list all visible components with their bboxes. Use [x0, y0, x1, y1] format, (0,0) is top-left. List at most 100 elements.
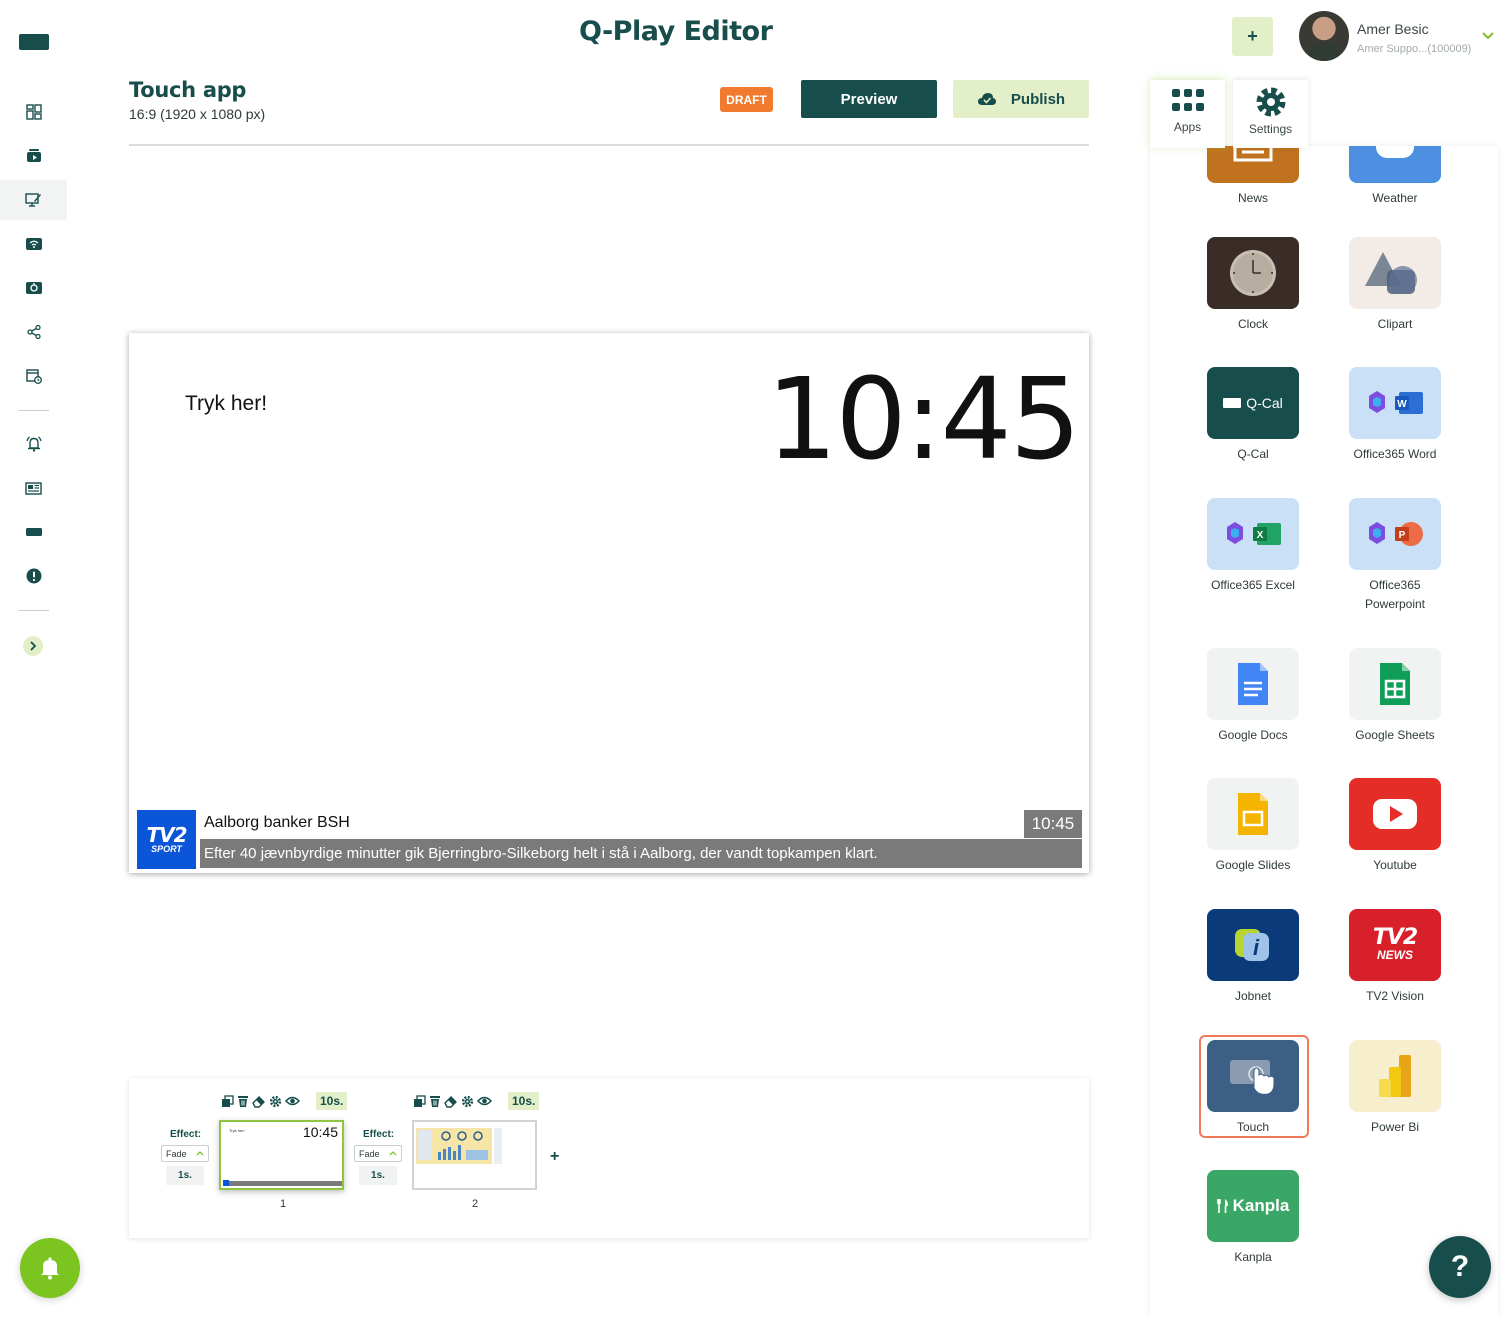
dashboard-preview-image: [414, 1122, 535, 1188]
trash-icon[interactable]: [237, 1095, 249, 1108]
slide-timeline: 10s. Effect: Fade 1s. Tryk her! 10:45 1 …: [129, 1078, 1089, 1238]
chevron-right-icon: [30, 641, 37, 651]
app-label: Google Slides: [1215, 858, 1291, 872]
app-google-sheets[interactable]: Google Sheets: [1340, 648, 1450, 745]
playlist-icon: [25, 282, 42, 294]
trash-icon[interactable]: [429, 1095, 441, 1108]
selected-app-highlight: [1199, 1035, 1309, 1138]
clock-widget[interactable]: 10:45: [766, 358, 1081, 482]
news-icon: [1207, 146, 1299, 183]
gear-icon[interactable]: [269, 1095, 282, 1108]
effect-select[interactable]: Fade: [354, 1145, 402, 1162]
app-label: Kanpla: [1234, 1250, 1272, 1264]
app-clipart[interactable]: Clipart: [1340, 237, 1450, 334]
notifications-button[interactable]: [20, 1238, 80, 1298]
user-menu-button[interactable]: [1482, 28, 1494, 43]
sidebar: [0, 0, 67, 1318]
kanpla-icon-text: Kanpla: [1232, 1196, 1290, 1215]
app-office365-excel[interactable]: X Office365 Excel: [1198, 498, 1308, 595]
app-office365-word[interactable]: W Office365 Word: [1340, 367, 1450, 464]
sidebar-item-screens[interactable]: [0, 512, 67, 552]
sidebar-item-players[interactable]: [0, 224, 67, 264]
tv2-news-icon: TV2 NEWS: [1349, 909, 1441, 981]
sidebar-item-media[interactable]: [0, 136, 67, 176]
user-name[interactable]: Amer Besic: [1357, 21, 1429, 37]
eraser-icon[interactable]: [252, 1095, 266, 1108]
app-label: Google Docs: [1218, 728, 1288, 742]
thumb-text: Tryk her!: [229, 1128, 245, 1133]
add-button[interactable]: +: [1232, 17, 1273, 56]
slide-thumbnail-2[interactable]: [412, 1120, 537, 1190]
app-label: Google Sheets: [1355, 728, 1435, 742]
cloud-check-icon: [977, 93, 996, 105]
thumb-ticker: [223, 1180, 342, 1186]
app-q-cal[interactable]: Q-Cal Q-Cal: [1198, 367, 1308, 464]
sidebar-divider: [19, 410, 49, 411]
bell-icon: [41, 1257, 59, 1280]
ticker-text: Efter 40 jævnbyrdige minutter gik Bjerri…: [200, 839, 1082, 868]
sidebar-item-playlists[interactable]: [0, 268, 67, 308]
gear-icon[interactable]: [461, 1095, 474, 1108]
page-title: Touch app: [129, 78, 247, 102]
tab-apps[interactable]: Apps: [1150, 80, 1225, 148]
gear-icon: [1256, 87, 1285, 117]
app-jobnet[interactable]: i Jobnet: [1198, 909, 1308, 1006]
kanpla-icon: Kanpla: [1207, 1170, 1299, 1242]
app-google-docs[interactable]: Google Docs: [1198, 648, 1308, 745]
sidebar-item-schedule[interactable]: [0, 356, 67, 396]
svg-text:X: X: [1257, 530, 1264, 541]
publish-button[interactable]: Publish: [953, 80, 1089, 118]
slide-duration[interactable]: 10s.: [508, 1092, 540, 1110]
slide-thumbnail-1[interactable]: Tryk her! 10:45: [219, 1120, 344, 1190]
app-label: Office365 Excel: [1211, 578, 1295, 592]
app-news[interactable]: News: [1198, 146, 1308, 208]
app-label: Office365 Word: [1353, 447, 1437, 461]
sidebar-item-dashboard[interactable]: [0, 92, 67, 132]
app-office365-powerpoint[interactable]: P Office365 Powerpoint: [1340, 498, 1450, 614]
duplicate-icon[interactable]: [221, 1094, 234, 1108]
sidebar-item-editor[interactable]: [0, 180, 67, 220]
effect-label: Effect:: [363, 1129, 395, 1140]
eye-icon[interactable]: [477, 1095, 492, 1107]
duplicate-icon[interactable]: [413, 1094, 426, 1108]
sidebar-item-alerts[interactable]: [0, 424, 67, 464]
apps-grid-icon: [1171, 89, 1204, 111]
slide-canvas[interactable]: Tryk her! 10:45 TV2 SPORT Aalborg banker…: [129, 333, 1089, 873]
slide-toolbar: [221, 1093, 300, 1109]
sidebar-item-warnings[interactable]: [0, 556, 67, 596]
preview-button[interactable]: Preview: [801, 80, 937, 118]
app-kanpla[interactable]: Kanpla Kanpla: [1198, 1170, 1308, 1267]
eye-icon[interactable]: [285, 1095, 300, 1107]
add-slide-button[interactable]: +: [550, 1148, 559, 1166]
tab-settings[interactable]: Settings: [1233, 80, 1308, 148]
effect-duration[interactable]: 1s.: [359, 1166, 397, 1185]
sidebar-item-news[interactable]: [0, 468, 67, 508]
app-tv2-vision[interactable]: TV2 NEWS TV2 Vision: [1340, 909, 1450, 1006]
tab-label: Apps: [1173, 120, 1202, 134]
app-youtube[interactable]: Youtube: [1340, 778, 1450, 875]
app-clock[interactable]: Clock: [1198, 237, 1308, 334]
publish-label: Publish: [1010, 90, 1066, 108]
effect-duration[interactable]: 1s.: [166, 1166, 204, 1185]
touch-text-element[interactable]: Tryk her!: [185, 392, 267, 416]
app-power-bi[interactable]: Power Bi: [1340, 1040, 1450, 1137]
tv2-logo-text: TV2: [146, 823, 187, 847]
logo-icon[interactable]: [19, 34, 49, 50]
help-button[interactable]: ?: [1429, 1236, 1491, 1298]
chevron-down-icon: [1482, 32, 1494, 40]
sidebar-item-share[interactable]: [0, 312, 67, 352]
svg-text:W: W: [1397, 399, 1407, 410]
effect-select[interactable]: Fade: [161, 1145, 209, 1162]
dashboard-icon: [25, 104, 42, 120]
fork-knife-icon: [1216, 1199, 1228, 1213]
app-label: Power Bi: [1370, 1120, 1420, 1134]
q-cal-icon-text: Q-Cal: [1246, 395, 1283, 411]
slide-duration[interactable]: 10s.: [316, 1092, 348, 1110]
app-weather[interactable]: Weather: [1340, 146, 1450, 208]
eraser-icon[interactable]: [444, 1095, 458, 1108]
q-cal-icon: Q-Cal: [1207, 367, 1299, 439]
app-google-slides[interactable]: Google Slides: [1198, 778, 1308, 875]
user-account[interactable]: Amer Suppo...(100009): [1357, 43, 1471, 55]
sidebar-expand-button[interactable]: [23, 636, 43, 656]
avatar[interactable]: [1299, 11, 1349, 61]
